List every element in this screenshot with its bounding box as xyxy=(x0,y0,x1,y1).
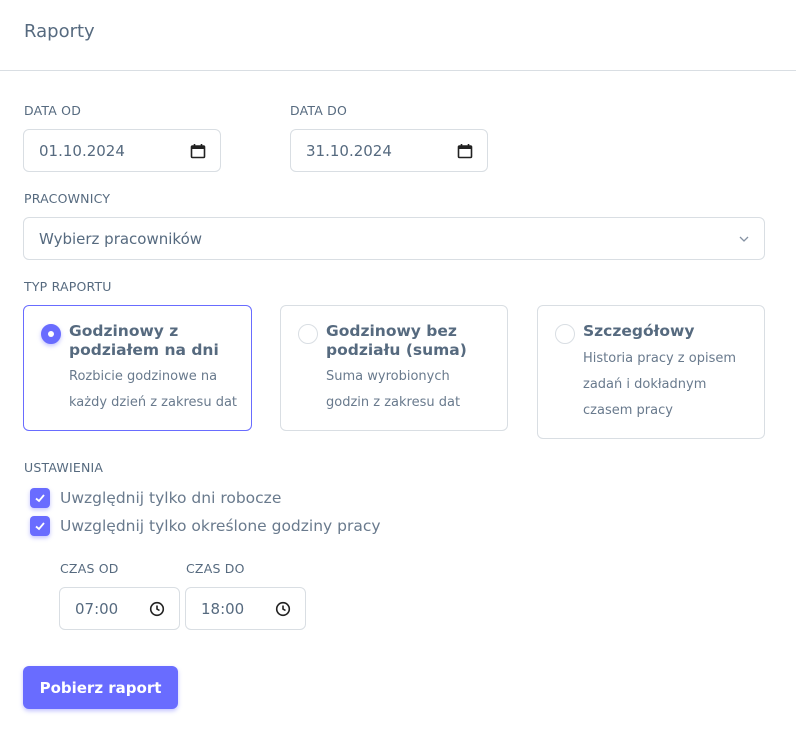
option-title: Godzinowy bez podziału (suma) xyxy=(326,322,467,359)
option-title: Godzinowy z podziałem na dni xyxy=(69,322,219,359)
date-from-label: DATA OD xyxy=(24,103,82,118)
download-report-button[interactable]: Pobierz raport xyxy=(23,666,178,709)
time-from-label: CZAS OD xyxy=(60,561,119,576)
option-description: Historia pracy z opisem zadań i dokładny… xyxy=(583,351,737,418)
date-to-input[interactable]: 31.10.2024 xyxy=(290,129,488,172)
checkbox-label: Uwzględnij tylko określone godziny pracy xyxy=(60,517,381,535)
employees-placeholder: Wybierz pracowników xyxy=(39,229,203,248)
calendar-icon[interactable] xyxy=(190,143,206,159)
working-days-checkbox-row[interactable]: Uwzględnij tylko dni robocze xyxy=(30,488,281,508)
report-type-option-daily[interactable]: Godzinowy z podziałem na dni Rozbicie go… xyxy=(23,305,252,431)
option-title: Szczegółowy xyxy=(583,322,695,340)
employees-select[interactable]: Wybierz pracowników xyxy=(23,217,765,260)
option-description: Rozbicie godzinowe na każdy dzień z zakr… xyxy=(69,369,238,410)
report-type-option-detailed[interactable]: Szczegółowy Historia pracy z opisem zada… xyxy=(537,305,765,439)
clock-icon[interactable] xyxy=(149,601,165,617)
checkbox[interactable] xyxy=(30,516,50,536)
radio-button[interactable] xyxy=(41,324,61,344)
date-from-input[interactable]: 01.10.2024 xyxy=(23,129,221,172)
date-to-label: DATA DO xyxy=(290,103,348,118)
time-to-value: 18:00 xyxy=(201,599,245,618)
report-type-label: TYP RAPORTU xyxy=(24,279,112,294)
radio-button[interactable] xyxy=(555,324,575,344)
checkbox-label: Uwzględnij tylko dni robocze xyxy=(60,489,282,507)
page-title: Raporty xyxy=(24,21,95,42)
card: Raporty DATA OD 01.10.2024 DATA DO 31.10… xyxy=(0,0,796,730)
time-to-input[interactable]: 18:00 xyxy=(185,587,306,630)
check-icon xyxy=(35,522,45,531)
settings-label: USTAWIENIA xyxy=(24,460,104,475)
radio-button[interactable] xyxy=(298,324,318,344)
checkbox[interactable] xyxy=(30,488,50,508)
date-from-value: 01.10.2024 xyxy=(39,141,125,160)
date-to-value: 31.10.2024 xyxy=(306,141,392,160)
working-hours-checkbox-row[interactable]: Uwzględnij tylko określone godziny pracy xyxy=(30,516,381,536)
report-type-option-sum[interactable]: Godzinowy bez podziału (suma) Suma wyrob… xyxy=(280,305,508,431)
card-header: Raporty xyxy=(0,0,796,71)
chevron-down-icon xyxy=(739,236,749,242)
clock-icon[interactable] xyxy=(275,601,291,617)
time-from-input[interactable]: 07:00 xyxy=(59,587,180,630)
time-from-value: 07:00 xyxy=(75,599,119,618)
option-description: Suma wyrobionych godzin z zakresu dat xyxy=(326,369,461,410)
check-icon xyxy=(35,494,45,503)
employees-label: PRACOWNICY xyxy=(24,191,111,206)
time-to-label: CZAS DO xyxy=(186,561,245,576)
calendar-icon[interactable] xyxy=(457,143,473,159)
